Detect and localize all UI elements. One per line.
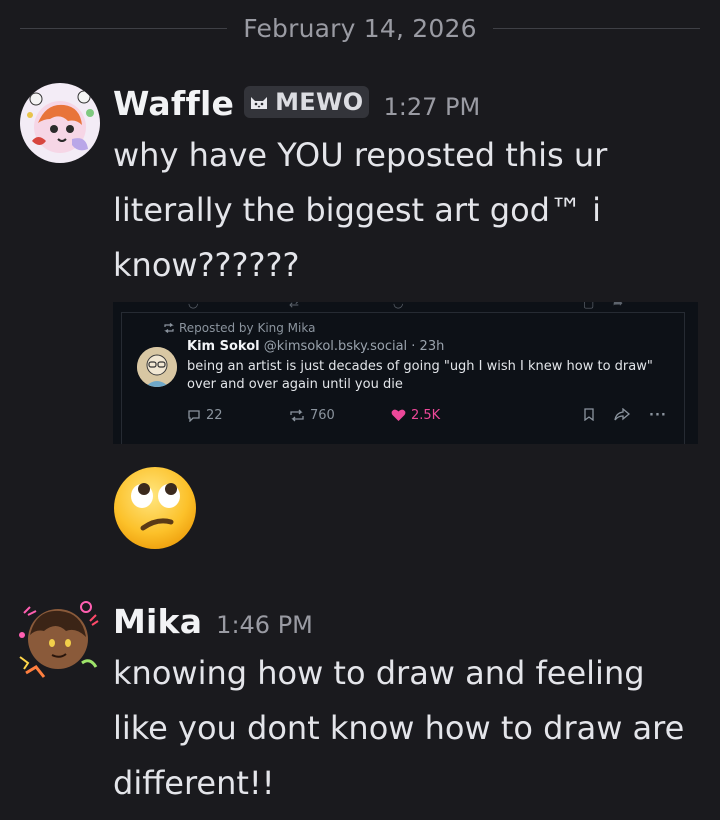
- fragment-icon: ◡: [188, 302, 199, 310]
- bookmark-icon: [584, 408, 594, 421]
- bookmark-button: [583, 408, 600, 421]
- message-text: knowing how to draw and feeling like you…: [113, 646, 708, 811]
- divider-date: February 14, 2026: [243, 13, 477, 43]
- heart-icon: [391, 409, 406, 421]
- avatar[interactable]: [16, 597, 100, 681]
- previous-post-actions-fragment: ◡ ⇄ ◡ ▢ ➦: [113, 302, 698, 312]
- message-line: why have YOU reposted this ur: [113, 136, 608, 174]
- post-actions: 22 760 2.5K ···: [187, 408, 667, 426]
- reply-count: 22: [187, 408, 223, 423]
- username[interactable]: Waffle: [113, 84, 234, 123]
- like-count: 2.5K: [391, 408, 440, 423]
- post-line: over and over again until you die: [187, 377, 403, 392]
- message-text: why have YOU reposted this ur literally …: [113, 128, 708, 293]
- message-header: Mika 1:46 PM: [113, 602, 708, 646]
- post-line: being an artist is just decades of going…: [187, 359, 653, 374]
- reply-count-value: 22: [206, 408, 223, 423]
- repost-count-value: 760: [310, 408, 335, 423]
- share-button: [614, 408, 635, 421]
- image-attachment[interactable]: ◡ ⇄ ◡ ▢ ➦ Reposted by King Mika Kim Soko…: [113, 302, 698, 444]
- repost-icon: [290, 409, 304, 422]
- face-with-rolling-eyes-icon: [113, 466, 197, 550]
- post-author-avatar: [137, 347, 177, 387]
- timestamp[interactable]: 1:46 PM: [216, 611, 313, 639]
- message-content: Waffle MEWO 1:27 PM why have YOU reposte…: [113, 84, 708, 293]
- post-author-handle: @kimsokol.bsky.social · 23h: [263, 339, 445, 354]
- date-divider: February 14, 2026: [20, 10, 700, 46]
- repost-icon: [164, 323, 174, 333]
- message-line: different!!: [113, 764, 275, 802]
- divider-line: [20, 27, 228, 29]
- reply-icon: [188, 410, 200, 422]
- repost-label: Reposted by King Mika: [179, 321, 316, 335]
- fragment-icon: ➦: [613, 302, 624, 310]
- divider-line: [492, 27, 700, 29]
- fragment-icon: ◡: [393, 302, 404, 310]
- server-tag-label: MEWO: [275, 88, 364, 116]
- post-author-name: Kim Sokol: [187, 339, 260, 354]
- message-line: knowing how to draw and feeling: [113, 654, 645, 692]
- fragment-icon: ▢: [583, 302, 595, 310]
- repost-count: 760: [289, 408, 335, 423]
- message-header: Waffle MEWO 1:27 PM: [113, 84, 708, 128]
- timestamp[interactable]: 1:27 PM: [383, 93, 480, 121]
- message-line: literally the biggest art god™ i: [113, 191, 602, 229]
- post-author: Kim Sokol @kimsokol.bsky.social · 23h: [187, 339, 444, 354]
- like-count-value: 2.5K: [411, 408, 441, 423]
- message-content: Mika 1:46 PM knowing how to draw and fee…: [113, 602, 708, 811]
- avatar[interactable]: [20, 83, 100, 163]
- repost-indicator: Reposted by King Mika: [163, 321, 315, 335]
- more-options-icon: ···: [649, 408, 667, 423]
- message-line: like you dont know how to draw are: [113, 709, 685, 747]
- share-icon: [614, 408, 630, 421]
- server-tag[interactable]: MEWO: [244, 86, 370, 118]
- message-line: know??????: [113, 246, 300, 284]
- fragment-icon: ⇄: [289, 302, 300, 310]
- post-text: being an artist is just decades of going…: [187, 358, 667, 394]
- cat-face-icon: [248, 92, 271, 112]
- username[interactable]: Mika: [113, 602, 202, 641]
